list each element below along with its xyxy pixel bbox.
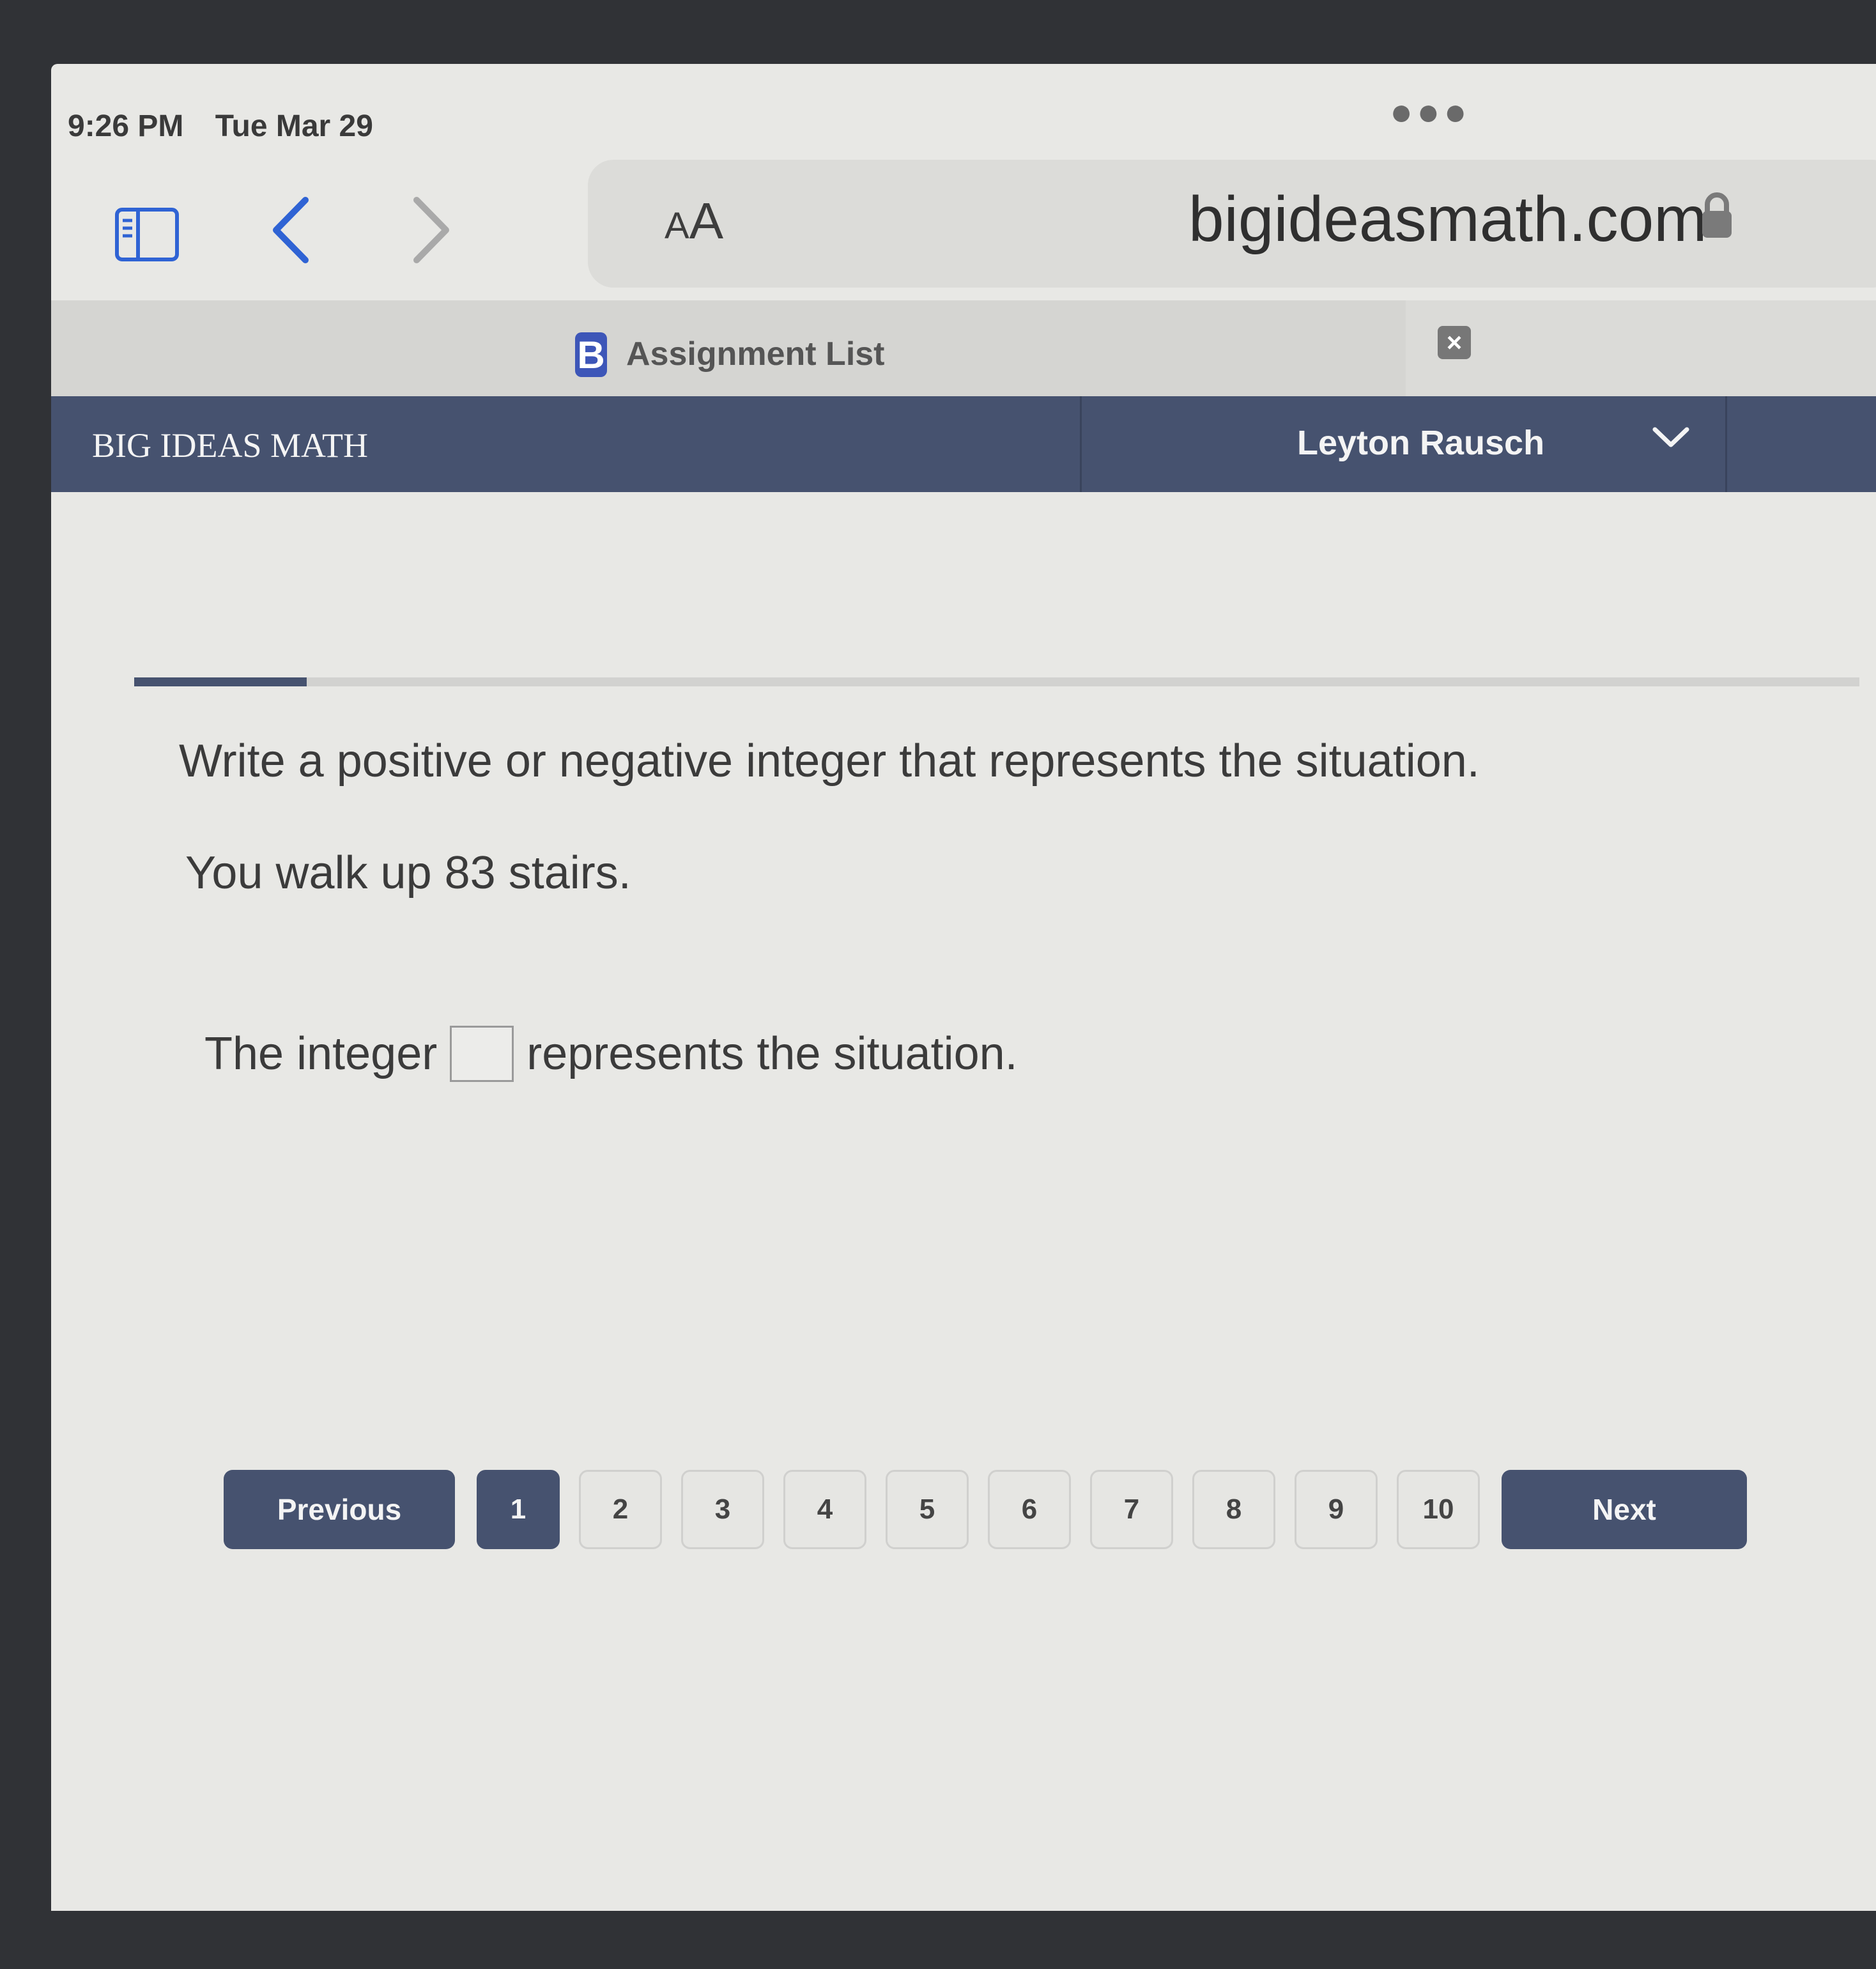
page-button-4[interactable]: 4 [783,1470,866,1549]
sidebar-toggle-icon[interactable] [115,208,179,265]
answer-suffix: represents the situation. [527,1028,1018,1079]
tab-assignment-list[interactable]: B Assignment List [51,300,1406,396]
more-dots-icon[interactable]: ●●● [1390,89,1471,134]
page-button-7[interactable]: 7 [1090,1470,1173,1549]
lock-icon [1700,190,1734,242]
svg-text:B: B [577,334,604,376]
app-header: BIG IDEAS MATH Leyton Rausch [51,396,1876,492]
status-bar: 9:26 PM Tue Mar 29 [68,109,396,144]
tab-bar: B Assignment List × [51,300,1876,396]
page-button-8[interactable]: 8 [1192,1470,1275,1549]
question-prompt: Write a positive or negative integer tha… [179,736,1480,787]
header-divider [1080,396,1082,492]
answer-input[interactable] [450,1026,514,1082]
forward-chevron-icon[interactable] [409,195,454,268]
answer-prefix: The integer [204,1028,438,1079]
ipad-screen: 9:26 PM Tue Mar 29 ●●● AA bigideasmath.c… [51,64,1876,1911]
header-divider [1725,396,1727,492]
url-text[interactable]: bigideasmath.com [1188,183,1707,256]
big-ideas-logo-icon: B [575,332,607,380]
user-name[interactable]: Leyton Rausch [1297,423,1544,463]
tab-title: Assignment List [626,336,885,373]
brand-title[interactable]: BIG IDEAS MATH [92,426,368,465]
question-situation: You walk up 83 stairs. [185,847,631,899]
page-button-9[interactable]: 9 [1295,1470,1378,1549]
chevron-down-icon[interactable] [1649,422,1693,457]
page-button-6[interactable]: 6 [988,1470,1071,1549]
previous-button[interactable]: Previous [224,1470,455,1549]
page-button-3[interactable]: 3 [681,1470,764,1549]
back-chevron-icon[interactable] [268,195,313,268]
next-button[interactable]: Next [1502,1470,1747,1549]
status-date: Tue Mar 29 [215,109,373,143]
text-size-button[interactable]: AA [665,192,723,251]
pagination: Previous 1 2 3 4 5 6 7 8 9 10 Next [224,1470,1747,1549]
address-bar[interactable]: AA bigideasmath.com [588,160,1876,288]
status-time: 9:26 PM [68,109,184,143]
page-button-10[interactable]: 10 [1397,1470,1480,1549]
progress-bar [134,677,1859,686]
answer-sentence: The integer represents the situation. [204,1026,1018,1082]
close-tab-icon[interactable]: × [1438,326,1471,359]
progress-fill [134,677,307,686]
page-button-5[interactable]: 5 [886,1470,969,1549]
page-button-1[interactable]: 1 [477,1470,560,1549]
page-button-2[interactable]: 2 [579,1470,662,1549]
